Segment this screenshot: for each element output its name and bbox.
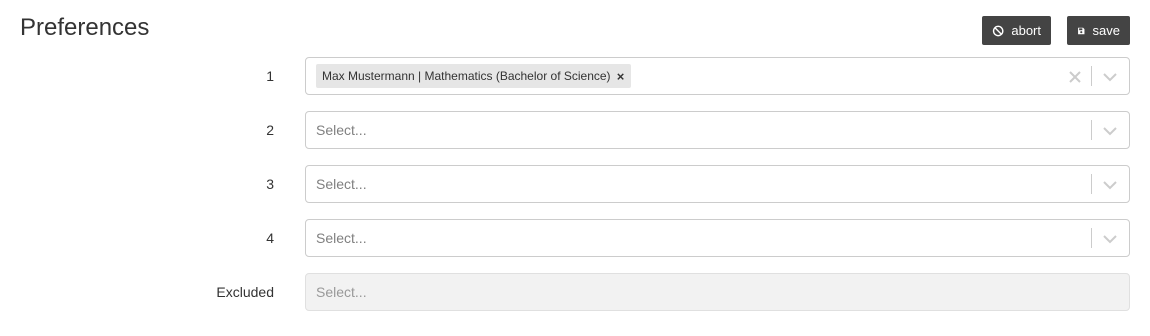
select-placeholder: Select... (316, 230, 367, 246)
preference-4-label: 4 (266, 230, 274, 246)
select-separator (1091, 174, 1092, 194)
select-placeholder: Select... (316, 284, 367, 300)
preference-3-select[interactable]: Select... (305, 165, 1130, 203)
chevron-down-icon[interactable] (1100, 67, 1120, 87)
selected-chip: Max Mustermann | Mathematics (Bachelor o… (316, 64, 631, 88)
selected-chip-label: Max Mustermann | Mathematics (Bachelor o… (322, 69, 611, 83)
preference-4-select[interactable]: Select... (305, 219, 1130, 257)
ban-icon (992, 25, 1004, 36)
chevron-down-icon[interactable] (1100, 121, 1120, 141)
abort-label: abort (1011, 23, 1041, 38)
save-button[interactable]: save (1067, 16, 1130, 45)
abort-button[interactable]: abort (982, 16, 1051, 45)
floppy-disk-icon (1078, 27, 1085, 34)
select-placeholder: Select... (316, 176, 367, 192)
preference-1-select[interactable]: Max Mustermann | Mathematics (Bachelor o… (305, 57, 1130, 95)
select-separator (1091, 66, 1092, 86)
select-placeholder: Select... (316, 122, 367, 138)
save-label: save (1092, 23, 1120, 38)
chevron-down-icon[interactable] (1100, 229, 1120, 249)
preference-2-label: 2 (266, 122, 274, 138)
remove-chip-icon[interactable]: × (611, 64, 631, 88)
excluded-select: Select... (305, 273, 1130, 311)
preference-1-label: 1 (266, 68, 274, 84)
select-separator (1091, 228, 1092, 248)
chevron-down-icon[interactable] (1100, 175, 1120, 195)
excluded-label: Excluded (216, 284, 274, 300)
preference-3-label: 3 (266, 176, 274, 192)
clear-icon[interactable] (1065, 67, 1085, 87)
page-title: Preferences (20, 14, 150, 41)
select-separator (1091, 120, 1092, 140)
preference-2-select[interactable]: Select... (305, 111, 1130, 149)
